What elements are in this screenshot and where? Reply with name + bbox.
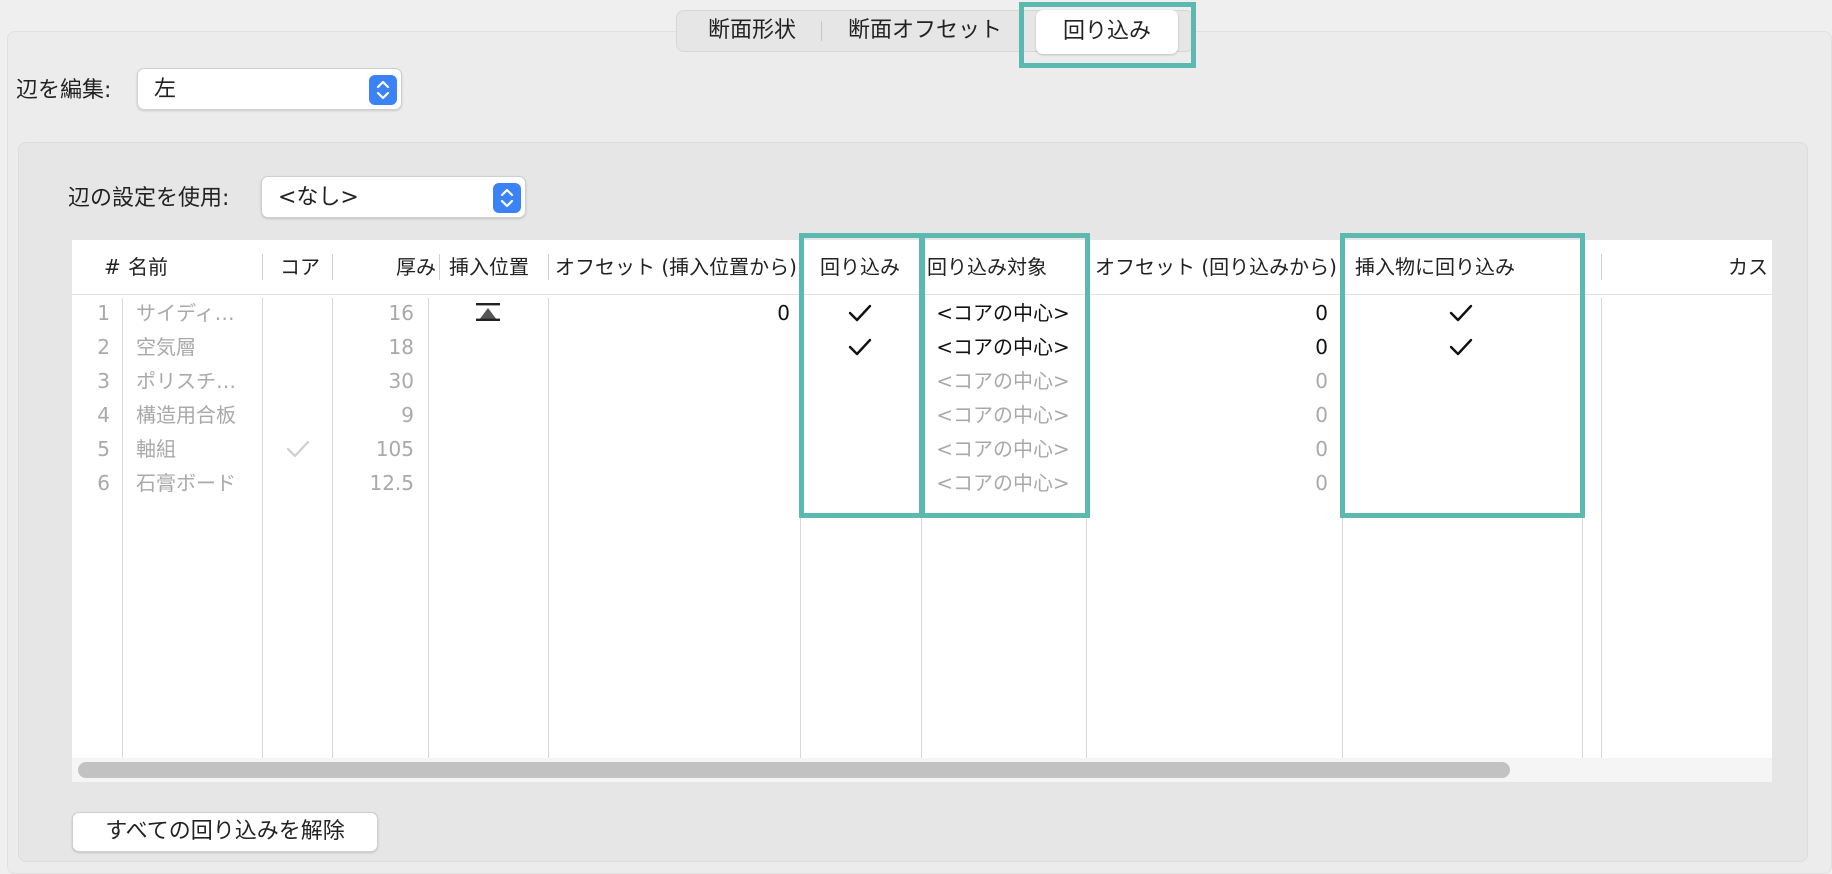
row-wrap-offset[interactable]: 0 — [1092, 330, 1328, 364]
row-name[interactable]: サイディ… — [136, 296, 235, 330]
row-num: 6 — [97, 471, 110, 495]
column-line — [1601, 298, 1602, 762]
col-header-offset-insert[interactable]: オフセット (挿入位置から) — [555, 240, 797, 294]
stepper-icon — [493, 183, 521, 213]
header-separator — [548, 254, 549, 280]
column-line — [262, 298, 263, 762]
row-num: 1 — [97, 301, 110, 325]
column-line — [1086, 298, 1087, 762]
col-header-offset-wrap[interactable]: オフセット (回り込みから) — [1095, 240, 1337, 294]
row-name[interactable]: ポリスチ… — [136, 364, 236, 398]
column-line — [122, 298, 123, 762]
column-line — [332, 298, 333, 762]
column-line — [1342, 298, 1343, 762]
use-edge-settings-value: <なし> — [278, 185, 359, 210]
row-wrap-offset[interactable]: 0 — [1092, 364, 1328, 398]
column-line — [428, 298, 429, 762]
wrap-insert-check-icon[interactable] — [1449, 337, 1473, 357]
insert-top-icon[interactable] — [475, 302, 501, 326]
row-wrap-offset[interactable]: 0 — [1092, 296, 1328, 330]
col-header-custom[interactable]: カス — [1728, 240, 1768, 294]
clear-all-wraps-button[interactable]: すべての回り込みを解除 — [72, 812, 378, 852]
row-name[interactable]: 石膏ボード — [136, 466, 236, 500]
row-num: 3 — [97, 369, 110, 393]
tab-separator — [821, 21, 822, 41]
wrap-check-icon[interactable] — [848, 337, 872, 357]
tab-wrap[interactable]: 回り込み — [1036, 10, 1178, 54]
wrap-check-icon[interactable] — [848, 303, 872, 323]
row-thickness: 16 — [388, 301, 414, 325]
col-header-thickness[interactable]: 厚み — [384, 240, 436, 294]
row-wrap-offset[interactable]: 0 — [1092, 432, 1328, 466]
edit-edge-label: 辺を編集: — [16, 78, 112, 103]
header-separator — [1086, 254, 1087, 280]
col-header-name[interactable]: 名前 — [128, 240, 168, 294]
use-edge-settings-popup[interactable]: <なし> — [261, 176, 526, 218]
col-header-core[interactable]: コア — [280, 240, 320, 294]
row-thickness: 12.5 — [369, 471, 414, 495]
row-num: 5 — [97, 437, 110, 461]
layers-table: # 名前 コア 厚み 挿入位置 オフセット (挿入位置から) 回り込み 回り込み… — [72, 240, 1772, 782]
header-separator — [1601, 254, 1602, 280]
row-wrap-target[interactable]: <コアの中心> — [927, 296, 1079, 330]
use-edge-settings-label: 辺の設定を使用: — [68, 186, 230, 211]
row-wrap-target[interactable]: <コアの中心> — [927, 364, 1079, 398]
header-divider — [72, 294, 1772, 295]
row-offset[interactable]: 0 — [632, 296, 790, 330]
column-line — [1582, 298, 1583, 762]
tab-section-shape[interactable]: 断面形状 — [691, 11, 813, 51]
header-separator — [332, 254, 333, 280]
column-line — [548, 298, 549, 762]
row-wrap-target[interactable]: <コアの中心> — [927, 466, 1079, 500]
row-wrap-target[interactable]: <コアの中心> — [927, 432, 1079, 466]
column-line — [800, 298, 801, 762]
row-thickness: 105 — [375, 437, 414, 461]
col-header-insert-pos[interactable]: 挿入位置 — [449, 240, 529, 294]
tab-section-offset[interactable]: 断面オフセット — [835, 11, 1015, 51]
row-wrap-target[interactable]: <コアの中心> — [927, 398, 1079, 432]
row-thickness: 9 — [401, 403, 414, 427]
edit-edge-value: 左 — [154, 77, 177, 102]
row-wrap-offset[interactable]: 0 — [1092, 466, 1328, 500]
col-header-wrap-target[interactable]: 回り込み対象 — [927, 240, 1047, 294]
col-header-wrap-insert[interactable]: 挿入物に回り込み — [1342, 240, 1528, 294]
row-num: 4 — [97, 403, 110, 427]
wrap-insert-check-icon[interactable] — [1449, 303, 1473, 323]
col-header-wrap[interactable]: 回り込み — [800, 240, 920, 294]
row-num: 2 — [97, 335, 110, 359]
stepper-icon — [369, 75, 397, 105]
row-thickness: 18 — [388, 335, 414, 359]
core-check-icon[interactable] — [286, 439, 310, 459]
header-separator — [439, 254, 440, 280]
row-wrap-target[interactable]: <コアの中心> — [927, 330, 1079, 364]
col-header-num[interactable]: # — [104, 240, 121, 294]
row-thickness: 30 — [388, 369, 414, 393]
scrollbar-thumb[interactable] — [78, 762, 1510, 778]
row-wrap-offset[interactable]: 0 — [1092, 398, 1328, 432]
column-line — [921, 298, 922, 762]
row-name[interactable]: 構造用合板 — [136, 398, 236, 432]
edit-edge-popup[interactable]: 左 — [137, 68, 402, 110]
header-separator — [262, 254, 263, 280]
row-name[interactable]: 空気層 — [136, 330, 196, 364]
row-name[interactable]: 軸組 — [136, 432, 176, 466]
